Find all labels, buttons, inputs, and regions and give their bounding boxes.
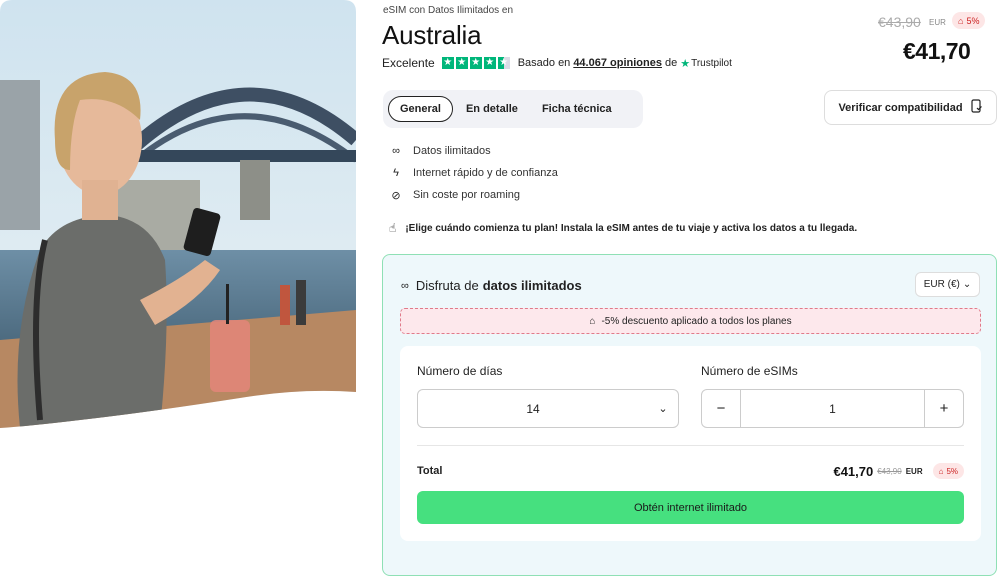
- discount-notice: ⌂ -5% descuento aplicado a todos los pla…: [400, 308, 981, 334]
- reviews-link[interactable]: 44.067 opiniones: [573, 57, 662, 69]
- feature-label: Internet rápido y de confianza: [413, 167, 558, 179]
- page-title: Australia: [382, 20, 482, 50]
- feature-item: ∞ Datos ilimitados: [389, 140, 558, 162]
- esims-value: 1: [829, 401, 836, 416]
- days-label: Número de días: [417, 364, 503, 378]
- trustpilot-label: Trustpilot: [691, 57, 732, 69]
- trustpilot-star-icon: ★: [680, 57, 691, 70]
- phone-check-icon: [970, 99, 983, 116]
- price-currency: EUR: [929, 18, 946, 27]
- infinity-icon: ∞: [401, 279, 409, 292]
- original-price: €43,90: [878, 14, 921, 30]
- esims-stepper: − 1 +: [701, 389, 964, 428]
- infinity-icon: ∞: [392, 145, 400, 157]
- chevron-down-icon: ⌄: [658, 403, 668, 415]
- days-value: 14: [526, 401, 540, 416]
- plan-heading-bold: datos ilimitados: [482, 278, 582, 293]
- product-category: eSIM con Datos Ilimitados en: [383, 5, 514, 16]
- get-unlimited-internet-button[interactable]: Obtén internet ilimitado: [417, 491, 964, 524]
- rating-of: de: [664, 57, 678, 69]
- tag-icon: ⌂: [958, 15, 964, 26]
- tag-icon: ⌂: [938, 466, 944, 476]
- currency-select[interactable]: EUR (€) ⌄: [915, 272, 980, 297]
- rating-stars: ★ ★ ★ ★ ★: [441, 57, 510, 69]
- feature-item: ϟ Internet rápido y de confianza: [389, 162, 558, 184]
- tab-technical-sheet[interactable]: Ficha técnica: [531, 96, 623, 122]
- hero-photo: [0, 0, 356, 428]
- tab-bar: General En detalle Ficha técnica: [383, 90, 643, 128]
- feature-label: Datos ilimitados: [413, 145, 491, 157]
- star-icon: ★: [469, 57, 482, 69]
- tab-detail[interactable]: En detalle: [455, 96, 529, 122]
- hero-photo-illustration: [0, 0, 356, 428]
- rating-row: Excelente ★ ★ ★ ★ ★ Basado en 44.067 opi…: [382, 56, 732, 70]
- discount-notice-text: -5% descuento aplicado a todos los plane…: [601, 315, 792, 327]
- tag-icon: ⌂: [589, 315, 596, 327]
- currency-value: EUR (€): [923, 279, 960, 290]
- plan-configurator: Número de días Número de eSIMs 14 ⌄ − 1 …: [400, 346, 981, 541]
- star-icon: ★: [455, 57, 468, 69]
- total-discount-badge: ⌂ 5%: [932, 463, 964, 479]
- star-icon: ★: [441, 57, 454, 69]
- feature-label: Sin coste por roaming: [413, 189, 520, 201]
- feature-item: ⊘ Sin coste por roaming: [389, 184, 558, 206]
- plan-card: ∞ Disfruta de datos ilimitados EUR (€) ⌄…: [382, 254, 997, 576]
- plan-heading-prefix: Disfruta de: [415, 278, 479, 293]
- total-label: Total: [417, 465, 443, 477]
- chevron-down-icon: ⌄: [962, 279, 972, 290]
- notice-text: ¡Elige cuándo comienza tu plan! Instala …: [405, 222, 858, 234]
- trustpilot-logo: ★ Trustpilot: [680, 57, 732, 70]
- lightning-icon: ϟ: [393, 167, 399, 179]
- total-price: €41,70: [833, 463, 874, 479]
- increment-button[interactable]: +: [924, 390, 963, 427]
- rating-label: Excelente: [382, 56, 435, 70]
- current-price: €41,70: [903, 38, 971, 64]
- days-select[interactable]: 14 ⌄: [417, 389, 679, 428]
- esims-label: Número de eSIMs: [701, 364, 798, 378]
- star-icon: ★: [483, 57, 496, 69]
- total-summary: €41,70 €43,90 EUR ⌂ 5%: [833, 463, 964, 479]
- verify-label: Verificar compatibilidad: [838, 101, 963, 114]
- discount-badge: ⌂ 5%: [952, 12, 986, 29]
- plan-heading: ∞ Disfruta de datos ilimitados: [401, 278, 582, 293]
- decrement-button[interactable]: −: [702, 390, 741, 427]
- total-original-price: €43,90: [877, 466, 902, 476]
- hand-tap-icon: ☝: [389, 221, 397, 235]
- tab-general[interactable]: General: [388, 96, 453, 122]
- divider: [417, 445, 964, 446]
- total-currency: EUR: [905, 466, 923, 476]
- feature-list: ∞ Datos ilimitados ϟ Internet rápido y d…: [389, 140, 558, 206]
- total-discount-percent: 5%: [946, 466, 958, 476]
- discount-percent: 5%: [966, 15, 980, 26]
- rating-based-on: Basado en: [517, 57, 571, 69]
- plan-start-notice: ☝ ¡Elige cuándo comienza tu plan! Instal…: [389, 221, 857, 235]
- verify-compatibility-button[interactable]: Verificar compatibilidad: [824, 90, 997, 125]
- star-half-icon: ★: [497, 57, 510, 69]
- no-roaming-icon: ⊘: [391, 189, 401, 202]
